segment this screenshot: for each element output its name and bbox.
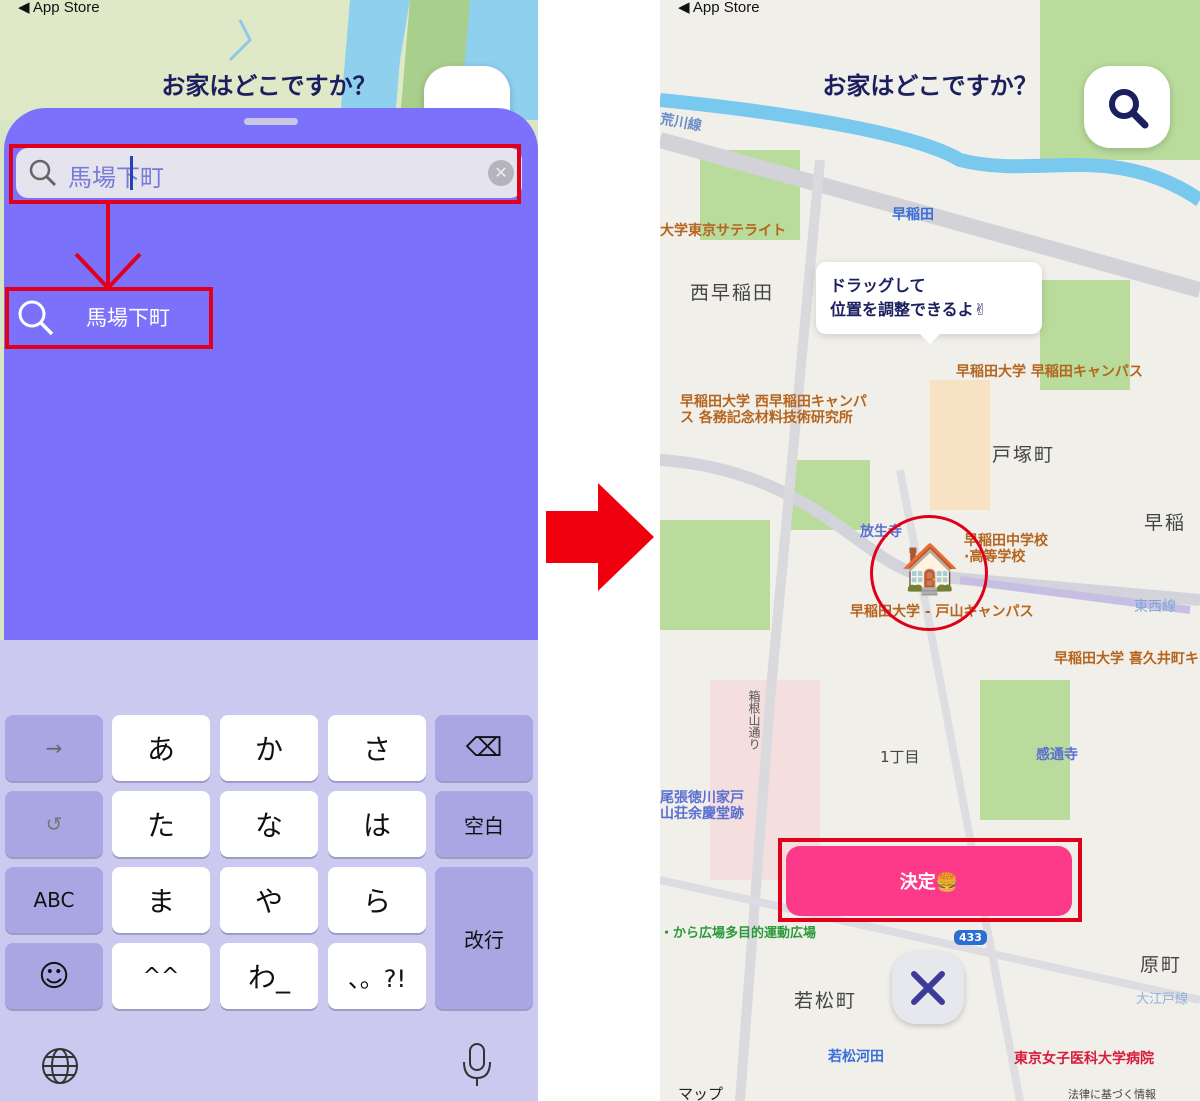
map-label-line: 大江戸線 <box>1136 992 1189 1007</box>
tooltip-line: 位置を調整できるよ✌ <box>830 300 988 319</box>
close-icon <box>911 971 945 1005</box>
key-ta[interactable]: た <box>112 791 210 857</box>
sheet-grabber[interactable] <box>244 118 298 125</box>
highlight-box <box>5 287 213 349</box>
emoji-key[interactable]: ☺ <box>5 943 103 1009</box>
map-label-area: 若松町 <box>794 990 858 1012</box>
left-screen: ◀ App Store お家はどこですか？ 馬場下町 ✕ 馬場下町 → あ か … <box>0 0 538 1101</box>
map-label-station[interactable]: 早稲田 <box>892 204 934 224</box>
map-label-area: 早稲 <box>1144 512 1187 534</box>
map-label-line: 東西線 <box>1134 599 1176 615</box>
down-arrow-annotation <box>74 204 142 291</box>
map-label-road: 箱根山通り <box>747 690 761 750</box>
apple-maps-logo: マップ <box>678 1085 724 1101</box>
key-sa[interactable]: さ <box>328 715 426 781</box>
undo-key[interactable]: ↺ <box>5 791 103 857</box>
microphone-icon[interactable] <box>460 1042 494 1088</box>
map-label-area: 西早稲田 <box>690 282 775 304</box>
map-label-area: 戸塚町 <box>992 444 1056 466</box>
map-label-poi[interactable]: ス 各務記念材料技術研究所 <box>680 407 853 427</box>
key-wa[interactable]: わ_ <box>220 943 318 1009</box>
tooltip-line: ドラッグして <box>830 276 926 295</box>
backspace-key[interactable]: ⌫ <box>435 715 533 781</box>
map-label-poi[interactable]: 早稲田大学 喜久井町キ <box>1054 648 1199 668</box>
map-label-poi[interactable]: 山荘余慶堂跡 <box>660 803 744 823</box>
search-icon <box>1109 89 1149 129</box>
key-ya[interactable]: や <box>220 867 318 933</box>
drag-hint-tooltip: ドラッグして 位置を調整できるよ✌ <box>816 262 1042 344</box>
key-next[interactable]: → <box>5 715 103 781</box>
globe-icon[interactable] <box>40 1046 80 1086</box>
key-ha[interactable]: は <box>328 791 426 857</box>
key-ma[interactable]: ま <box>112 867 210 933</box>
key-punctuation[interactable]: 、。?! <box>328 943 426 1009</box>
route-shield: 433 <box>954 930 987 945</box>
space-key[interactable]: 空白 <box>435 791 533 857</box>
map-label-poi[interactable]: ・から広場多目的運動広場 <box>660 922 816 941</box>
highlight-circle <box>870 515 988 631</box>
highlight-box <box>9 144 521 204</box>
right-screen: ◀ App Store お家はどこですか？ 荒川線 早稲田 大学東京サテライト … <box>660 0 1200 1101</box>
back-to-app-store[interactable]: ◀ App Store <box>678 0 760 16</box>
back-to-app-store[interactable]: ◀ App Store <box>18 0 100 16</box>
map-label-poi[interactable]: 東京女子医科大学病院 <box>1014 1048 1154 1068</box>
key-a[interactable]: あ <box>112 715 210 781</box>
key-ra[interactable]: ら <box>328 867 426 933</box>
key-ka[interactable]: か <box>220 715 318 781</box>
legal-link[interactable]: 法律に基づく情報 <box>1068 1086 1156 1101</box>
map-label-area: 1丁目 <box>880 748 920 766</box>
return-key[interactable]: 改行 <box>435 867 533 1009</box>
key-kaomoji[interactable]: ^^ <box>112 943 210 1009</box>
map-label-poi[interactable]: 感通寺 <box>1036 744 1078 764</box>
highlight-box <box>778 838 1082 922</box>
right-arrow-annotation <box>546 483 654 591</box>
map-label-area: 原町 <box>1140 954 1183 976</box>
map-label: 大学東京サテライト <box>660 223 786 239</box>
map-label-poi[interactable]: 早稲田大学 早稲田キャンパス <box>956 361 1143 381</box>
keyboard: → あ か さ ⌫ ↺ た な は 空白 ABC ま や ら 改行 ☺ ^^ わ… <box>0 640 538 1101</box>
close-button[interactable] <box>892 952 964 1024</box>
abc-key[interactable]: ABC <box>5 867 103 933</box>
search-button[interactable] <box>1084 66 1170 148</box>
key-na[interactable]: な <box>220 791 318 857</box>
map-label-station[interactable]: 若松河田 <box>828 1046 884 1066</box>
